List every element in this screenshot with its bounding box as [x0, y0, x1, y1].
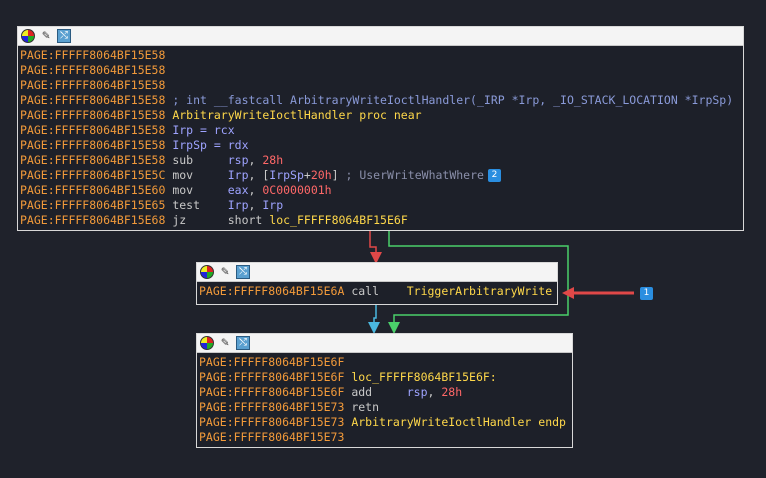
color-palette-icon[interactable] — [200, 336, 214, 350]
address: PAGE:FFFFF8064BF15E73 — [199, 430, 345, 444]
separator: , — [427, 385, 442, 399]
disasm-line[interactable]: PAGE:FFFFF8064BF15E58 ; int __fastcall A… — [20, 93, 743, 108]
separator: , — [248, 183, 263, 197]
node-header: ✎ ⤭ — [197, 334, 572, 353]
address: PAGE:FFFFF8064BF15E65 — [20, 198, 166, 212]
disasm-line[interactable]: PAGE:FFFFF8064BF15E5C mov Irp, [IrpSp+20… — [20, 168, 743, 183]
address: PAGE:FFFFF8064BF15E58 — [20, 138, 166, 152]
operand: rsp — [227, 153, 249, 167]
address: PAGE:FFFFF8064BF15E73 — [199, 415, 345, 429]
disasm-line[interactable]: PAGE:FFFFF8064BF15E73 retn — [199, 400, 572, 415]
mnemonic: test — [165, 198, 228, 212]
graph-icon[interactable]: ⤭ — [236, 336, 250, 350]
edit-icon[interactable]: ✎ — [218, 265, 232, 279]
operand: eax — [227, 183, 249, 197]
disasm-line[interactable]: PAGE:FFFFF8064BF15E73 ArbitraryWriteIoct… — [199, 415, 572, 430]
disasm-line[interactable]: PAGE:FFFFF8064BF15E58 ArbitraryWriteIoct… — [20, 108, 743, 123]
address: PAGE:FFFFF8064BF15E6F — [199, 370, 345, 384]
operand: Irp — [227, 168, 249, 182]
operand: Irp — [227, 198, 249, 212]
disasm-line[interactable]: PAGE:FFFFF8064BF15E58 sub rsp, 28h — [20, 153, 743, 168]
separator: , — [248, 198, 263, 212]
var-alias: IrpSp = rdx — [165, 138, 249, 152]
disasm-line[interactable]: PAGE:FFFFF8064BF15E6F add rsp, 28h — [199, 385, 572, 400]
address: PAGE:FFFFF8064BF15E6F — [199, 385, 345, 399]
disasm-line[interactable]: PAGE:FFFFF8064BF15E58 IrpSp = rdx — [20, 138, 743, 153]
edit-icon[interactable]: ✎ — [218, 336, 232, 350]
address: PAGE:FFFFF8064BF15E68 — [20, 213, 166, 227]
mnemonic: call — [344, 284, 407, 298]
address: PAGE:FFFFF8064BF15E58 — [20, 63, 166, 77]
edit-icon[interactable]: ✎ — [39, 29, 53, 43]
disasm-line[interactable]: PAGE:FFFFF8064BF15E58 — [20, 48, 743, 63]
disasm-lines: PAGE:FFFFF8064BF15E6F PAGE:FFFFF8064BF15E… — [197, 353, 572, 445]
operand-immediate: 20h — [310, 168, 332, 182]
address: PAGE:FFFFF8064BF15E73 — [199, 400, 345, 414]
disasm-line[interactable]: PAGE:FFFFF8064BF15E58 Irp = rcx — [20, 123, 743, 138]
disasm-line[interactable]: PAGE:FFFFF8064BF15E6F — [199, 355, 572, 370]
separator: , [ — [248, 168, 270, 182]
code-block-entry[interactable]: ✎ ⤭ PAGE:FFFFF8064BF15E58 PAGE:FFFFF8064B… — [17, 26, 744, 231]
comment: ; UserWriteWhatWhere — [338, 168, 484, 182]
address: PAGE:FFFFF8064BF15E6A — [199, 284, 345, 298]
address: PAGE:FFFFF8064BF15E5C — [20, 168, 166, 182]
mnemonic: mov — [165, 183, 228, 197]
color-palette-icon[interactable] — [21, 29, 35, 43]
disasm-line[interactable]: PAGE:FFFFF8064BF15E6A call TriggerArbitr… — [199, 284, 557, 299]
disasm-lines: PAGE:FFFFF8064BF15E58 PAGE:FFFFF8064BF15E… — [18, 46, 743, 228]
disasm-lines: PAGE:FFFFF8064BF15E6A call TriggerArbitr… — [197, 282, 557, 299]
label: loc_FFFFF8064BF15E6F: — [344, 370, 497, 384]
address: PAGE:FFFFF8064BF15E58 — [20, 48, 166, 62]
address: PAGE:FFFFF8064BF15E58 — [20, 108, 166, 122]
label: ArbitraryWriteIoctlHandler proc near — [165, 108, 422, 122]
graph-icon[interactable]: ⤭ — [57, 29, 71, 43]
xref-badge: 2 — [487, 169, 501, 182]
edge-fallthrough — [368, 305, 380, 334]
disasm-line[interactable]: PAGE:FFFFF8064BF15E68 jz short loc_FFFFF… — [20, 213, 743, 228]
graph-icon[interactable]: ⤭ — [236, 265, 250, 279]
address: PAGE:FFFFF8064BF15E60 — [20, 183, 166, 197]
disasm-line[interactable]: PAGE:FFFFF8064BF15E58 — [20, 78, 743, 93]
branch-target: TriggerArbitraryWrite — [406, 284, 553, 298]
mnemonic: sub — [165, 153, 228, 167]
operand: IrpSp — [269, 168, 304, 182]
address: PAGE:FFFFF8064BF15E58 — [20, 93, 166, 107]
operand-modifier: short — [227, 213, 270, 227]
node-header: ✎ ⤭ — [197, 263, 557, 282]
code-block-exit[interactable]: ✎ ⤭ PAGE:FFFFF8064BF15E6F PAGE:FFFFF8064B… — [196, 333, 573, 448]
edge-false-branch — [369, 231, 382, 264]
code-block-call[interactable]: ✎ ⤭ PAGE:FFFFF8064BF15E6A call TriggerAr… — [196, 262, 558, 305]
node-header: ✎ ⤭ — [18, 27, 743, 46]
var-alias: Irp = rcx — [165, 123, 235, 137]
disasm-line[interactable]: PAGE:FFFFF8064BF15E60 mov eax, 0C0000001… — [20, 183, 743, 198]
separator: , — [248, 153, 263, 167]
operand: Irp — [262, 198, 284, 212]
operand-immediate: 0C0000001h — [262, 183, 332, 197]
address: PAGE:FFFFF8064BF15E6F — [199, 355, 345, 369]
operand-immediate: 28h — [262, 153, 284, 167]
disasm-line[interactable]: PAGE:FFFFF8064BF15E73 — [199, 430, 572, 445]
disasm-line[interactable]: PAGE:FFFFF8064BF15E65 test Irp, Irp — [20, 198, 743, 213]
separator: ] — [331, 168, 339, 182]
prototype-comment: ; int __fastcall ArbitraryWriteIoctlHand… — [165, 93, 734, 107]
annotation-badge: 1 — [640, 287, 653, 300]
address: PAGE:FFFFF8064BF15E58 — [20, 123, 166, 137]
mnemonic: mov — [165, 168, 228, 182]
operand-immediate: 28h — [441, 385, 463, 399]
operand: rsp — [406, 385, 428, 399]
mnemonic: add — [344, 385, 407, 399]
label: ArbitraryWriteIoctlHandler endp — [344, 415, 566, 429]
mnemonic: retn — [344, 400, 380, 414]
separator: + — [303, 168, 311, 182]
disasm-line[interactable]: PAGE:FFFFF8064BF15E6F loc_FFFFF8064BF15E… — [199, 370, 572, 385]
disasm-line[interactable]: PAGE:FFFFF8064BF15E58 — [20, 63, 743, 78]
address: PAGE:FFFFF8064BF15E58 — [20, 78, 166, 92]
mnemonic: jz — [165, 213, 228, 227]
address: PAGE:FFFFF8064BF15E58 — [20, 153, 166, 167]
color-palette-icon[interactable] — [200, 265, 214, 279]
branch-target: loc_FFFFF8064BF15E6F — [269, 213, 408, 227]
